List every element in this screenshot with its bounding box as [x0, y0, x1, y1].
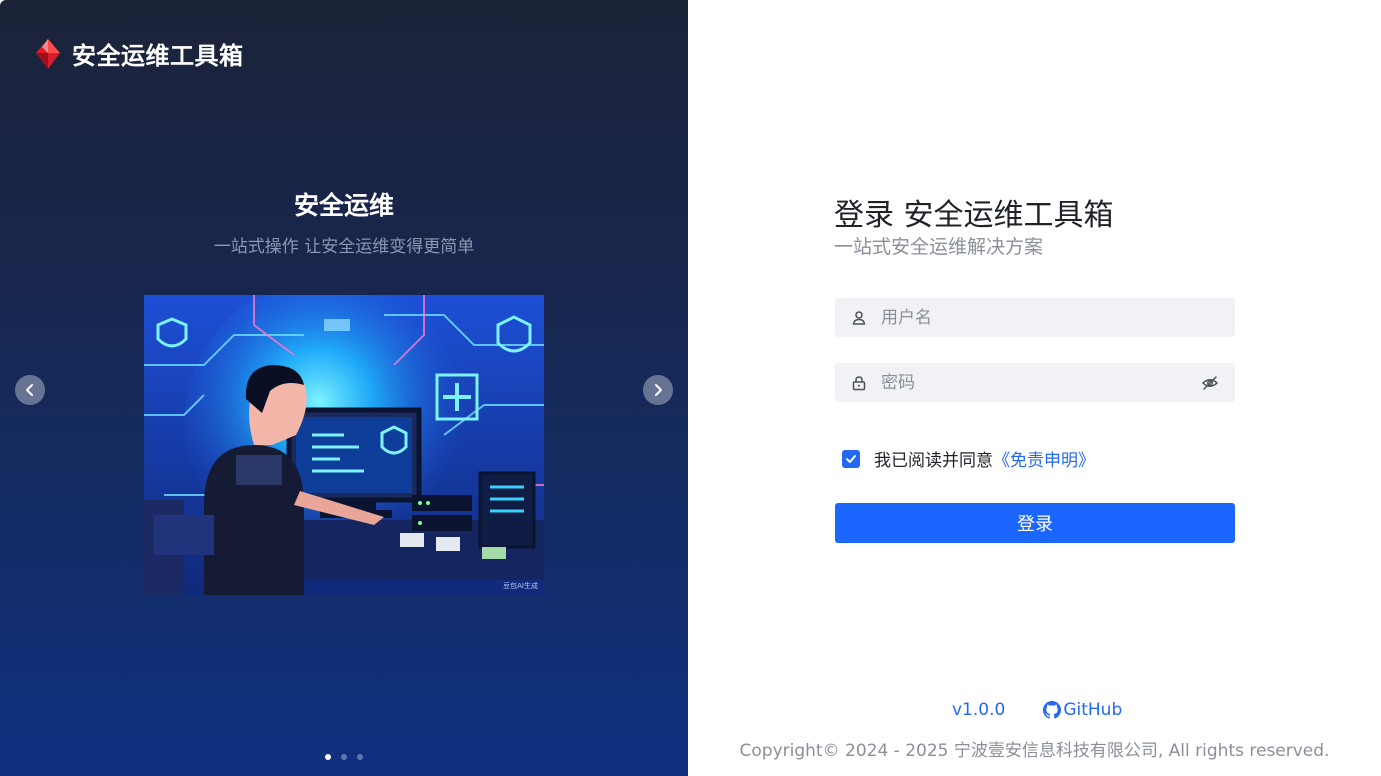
check-icon — [846, 454, 856, 463]
agree-checkbox[interactable] — [842, 449, 860, 468]
login-title: 登录 安全运维工具箱 — [834, 198, 1114, 233]
hero-panel: 安全运维工具箱 安全运维 一站式操作 让安全运维变得更简单 豆包AI生成 — [0, 0, 688, 776]
carousel-dot-2[interactable] — [341, 754, 347, 760]
username-field[interactable] — [835, 298, 1235, 337]
security-ops-illustration — [144, 295, 544, 595]
footer-links: v1.0.0 GitHub — [952, 700, 1122, 720]
carousel-dots — [0, 754, 688, 760]
version-link[interactable]: v1.0.0 — [952, 700, 1005, 720]
carousel-image: 豆包AI生成 — [144, 295, 544, 595]
login-button[interactable]: 登录 — [835, 503, 1235, 543]
chevron-right-icon — [655, 384, 662, 396]
login-page: 安全运维工具箱 安全运维 一站式操作 让安全运维变得更简单 豆包AI生成 登录 … — [0, 0, 1381, 776]
user-icon — [852, 310, 866, 325]
carousel-dot-1[interactable] — [325, 754, 331, 760]
brand-name: 安全运维工具箱 — [72, 42, 244, 70]
carousel-prev-button[interactable] — [15, 375, 45, 405]
lock-icon — [852, 375, 866, 390]
chevron-left-icon — [26, 384, 33, 396]
agreement-row: 我已阅读并同意《免责申明》 — [842, 446, 1095, 471]
image-badge: 豆包AI生成 — [503, 582, 538, 590]
slide-subtitle: 一站式操作 让安全运维变得更简单 — [213, 237, 475, 257]
github-link[interactable]: GitHub — [1043, 700, 1122, 720]
eye-off-icon[interactable] — [1201, 374, 1219, 392]
username-input[interactable] — [881, 298, 1235, 337]
red-diamond-logo-icon — [36, 38, 60, 69]
github-label: GitHub — [1063, 700, 1123, 720]
login-subtitle: 一站式安全运维解决方案 — [834, 236, 1044, 258]
github-icon — [1043, 701, 1062, 719]
carousel-dot-3[interactable] — [357, 754, 363, 760]
login-panel: 登录 安全运维工具箱 一站式安全运维解决方案 用户名 我已阅读并同意《免责申明》… — [688, 0, 1381, 776]
brand: 安全运维工具箱 — [34, 36, 244, 71]
agree-text: 我已阅读并同意 — [874, 451, 993, 471]
carousel-next-button[interactable] — [643, 375, 673, 405]
password-field[interactable] — [835, 363, 1235, 402]
slide-title: 安全运维 — [293, 191, 394, 220]
password-input[interactable] — [881, 363, 1201, 402]
disclaimer-link[interactable]: 《免责申明》 — [993, 451, 1095, 471]
copyright-text: Copyright© 2024 - 2025 宁波壹安信息科技有限公司, All… — [739, 741, 1330, 761]
